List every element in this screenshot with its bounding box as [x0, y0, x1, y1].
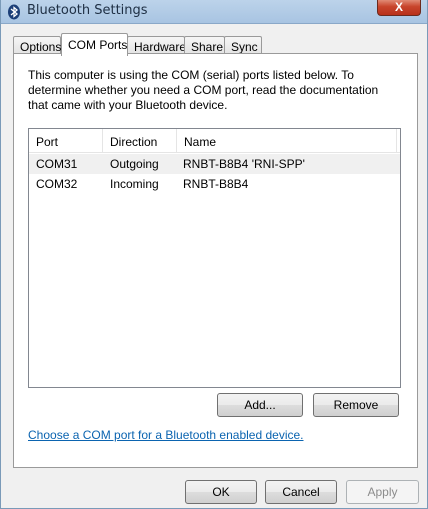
port-cell: COM31 — [36, 157, 78, 171]
window-title: Bluetooth Settings — [27, 3, 148, 18]
apply-button[interactable]: Apply — [346, 480, 419, 504]
name-cell: RNBT-B8B4 — [183, 177, 249, 191]
close-icon: X — [394, 0, 403, 14]
bluetooth-settings-window: Bluetooth Settings X Options COM Ports H… — [0, 0, 428, 509]
ok-button[interactable]: OK — [185, 480, 257, 504]
table-row[interactable]: COM32 Incoming RNBT-B8B4 — [29, 174, 400, 194]
cancel-button[interactable]: Cancel — [265, 480, 337, 504]
close-button[interactable]: X — [377, 0, 421, 16]
description-text: This computer is using the COM (serial) … — [28, 68, 379, 112]
bluetooth-icon — [8, 4, 20, 20]
add-button[interactable]: Add... — [217, 393, 303, 417]
choose-com-port-link[interactable]: Choose a COM port for a Bluetooth enable… — [28, 428, 304, 442]
direction-cell: Incoming — [110, 177, 159, 191]
column-header-port[interactable]: Port — [29, 129, 103, 153]
list-header: Port Direction Name — [29, 129, 400, 153]
com-ports-panel: This computer is using the COM (serial) … — [13, 53, 418, 468]
column-header-name[interactable]: Name — [177, 129, 397, 153]
table-row[interactable]: COM31 Outgoing RNBT-B8B4 'RNI-SPP' — [29, 154, 400, 174]
column-header-direction[interactable]: Direction — [103, 129, 177, 153]
direction-cell: Outgoing — [110, 157, 159, 171]
tab-com-ports[interactable]: COM Ports — [61, 33, 128, 56]
com-ports-list[interactable]: Port Direction Name COM31 Outgoing RNBT-… — [28, 128, 401, 388]
remove-button[interactable]: Remove — [313, 393, 399, 417]
title-bar[interactable]: Bluetooth Settings X — [1, 0, 427, 24]
port-cell: COM32 — [36, 177, 78, 191]
name-cell: RNBT-B8B4 'RNI-SPP' — [183, 157, 305, 171]
